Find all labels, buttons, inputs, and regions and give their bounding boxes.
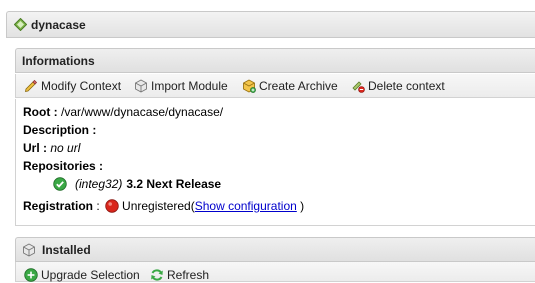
url-value: no url bbox=[50, 141, 81, 155]
module-cube-icon bbox=[135, 79, 147, 93]
upgrade-selection-button[interactable]: Upgrade Selection bbox=[24, 267, 140, 283]
url-label: Url : bbox=[23, 141, 47, 155]
upgrade-icon bbox=[24, 268, 38, 282]
repository-tag: (integ32) bbox=[75, 177, 123, 191]
delete-context-button[interactable]: Delete context bbox=[351, 78, 445, 94]
app-header: dynacase bbox=[6, 11, 535, 38]
archive-box-icon bbox=[243, 79, 256, 93]
installed-toolbar: Upgrade Selection Refresh bbox=[15, 262, 535, 282]
repositories-row: Repositories : bbox=[23, 159, 103, 173]
root-row: Root : /var/www/dynacase/dynacase/ bbox=[23, 105, 223, 119]
url-row: Url : no url bbox=[23, 141, 80, 155]
check-ok-icon bbox=[53, 177, 67, 191]
informations-title: Informations bbox=[22, 54, 95, 68]
repositories-label: Repositories : bbox=[23, 159, 104, 173]
import-module-button[interactable]: Import Module bbox=[134, 78, 228, 94]
informations-header: Informations bbox=[15, 48, 535, 73]
pencil-icon bbox=[24, 79, 38, 93]
repository-item: (integ32) 3.2 Next Release bbox=[53, 177, 221, 191]
installed-title: Installed bbox=[42, 243, 91, 257]
registration-close: ) bbox=[296, 199, 305, 213]
create-archive-label: Create Archive bbox=[259, 79, 338, 93]
modify-context-button[interactable]: Modify Context bbox=[24, 78, 121, 94]
delete-context-icon bbox=[352, 81, 365, 93]
registration-label: Registration bbox=[23, 199, 94, 213]
create-archive-button[interactable]: Create Archive bbox=[242, 78, 338, 94]
dynacase-logo-icon bbox=[14, 18, 27, 31]
registration-status: Unregistered( bbox=[122, 199, 195, 213]
refresh-label: Refresh bbox=[167, 268, 210, 282]
import-module-label: Import Module bbox=[151, 79, 228, 93]
repository-name: 3.2 Next Release bbox=[126, 177, 222, 191]
delete-context-label: Delete context bbox=[368, 79, 445, 93]
root-label: Root : bbox=[23, 105, 58, 119]
error-status-icon bbox=[105, 199, 119, 213]
modify-context-label: Modify Context bbox=[41, 79, 122, 93]
module-cube-icon bbox=[23, 243, 35, 257]
refresh-button[interactable]: Refresh bbox=[150, 267, 209, 283]
informations-body: Root : /var/www/dynacase/dynacase/ Descr… bbox=[15, 99, 535, 226]
registration-row: Registration : Unregistered( Show config… bbox=[23, 199, 304, 213]
registration-separator: : bbox=[93, 199, 104, 213]
informations-toolbar: Modify Context Import Module Create Arch… bbox=[15, 74, 535, 98]
installed-header: Installed bbox=[15, 237, 535, 262]
refresh-icon bbox=[151, 269, 163, 281]
app-title: dynacase bbox=[31, 18, 86, 32]
description-row: Description : bbox=[23, 123, 96, 137]
upgrade-selection-label: Upgrade Selection bbox=[41, 268, 140, 282]
root-value: /var/www/dynacase/dynacase/ bbox=[61, 105, 224, 119]
description-label: Description : bbox=[23, 123, 97, 137]
show-configuration-link[interactable]: Show configuration bbox=[195, 199, 297, 213]
